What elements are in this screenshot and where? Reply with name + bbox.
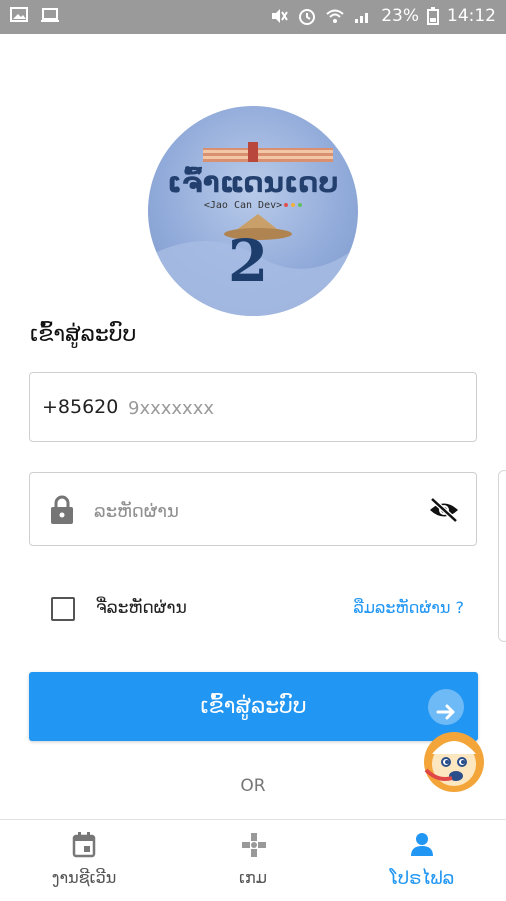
battery-percent: 23% <box>381 6 419 26</box>
logo-title: ເຈົ້າແດນເດບ <box>167 165 338 199</box>
bottom-nav: ງານຊີເວີນ ເກມ ໂປຣໄຟລ <box>0 819 506 901</box>
login-button[interactable]: ເຂົ້າສູ່ລະບົບ <box>29 672 478 741</box>
password-field[interactable] <box>29 472 477 546</box>
gallery-icon <box>10 7 28 22</box>
login-button-label: ເຂົ້າສູ່ລະບົບ <box>200 694 307 719</box>
mute-icon <box>272 9 289 23</box>
alarm-icon <box>299 9 316 25</box>
side-scroll-handle[interactable] <box>498 470 506 642</box>
nav-label-profile: ໂປຣໄຟລ <box>389 868 455 889</box>
phone-field[interactable]: +85620 <box>29 372 477 442</box>
remember-checkbox[interactable] <box>51 597 75 621</box>
eye-off-icon[interactable] <box>428 497 460 523</box>
nav-item-profile[interactable]: ໂປຣໄຟລ <box>338 820 506 901</box>
logo-number: 2 <box>228 227 268 295</box>
signal-icon <box>355 13 369 23</box>
wifi-icon <box>326 9 344 23</box>
nav-label-events: ງານຊີເວີນ <box>51 868 117 887</box>
phone-input[interactable] <box>126 388 460 428</box>
status-bar: 23% 14:12 <box>0 0 506 34</box>
nav-item-games[interactable]: ເກມ <box>169 820 337 901</box>
app-logo: ເຈົ້າແດນເດບ <Jao Can Dev> 2 <box>148 106 358 316</box>
forgot-password-link[interactable]: ລືມລະຫັດຜ່ານ ? <box>353 598 464 617</box>
page-title: ເຂົ້າສູ່ລະບົບ <box>30 322 137 347</box>
nav-item-events[interactable]: ງານຊີເວີນ <box>0 820 168 901</box>
person-icon <box>411 833 433 856</box>
battery-icon <box>427 7 439 25</box>
gamepad-icon <box>242 833 266 857</box>
remember-label: ຈື່ລະຫັດຜ່ານ <box>96 598 187 618</box>
logo-subtitle: <Jao Can Dev> <box>204 200 282 211</box>
phone-prefix: +85620 <box>42 396 119 418</box>
calendar-icon <box>72 832 96 858</box>
lock-icon <box>51 495 73 524</box>
or-divider: OR <box>240 776 266 796</box>
nav-label-games: ເກມ <box>239 868 267 887</box>
clock: 14:12 <box>447 6 496 26</box>
password-input[interactable] <box>92 491 416 531</box>
laptop-icon <box>41 8 59 22</box>
arrow-right-icon <box>428 689 464 725</box>
